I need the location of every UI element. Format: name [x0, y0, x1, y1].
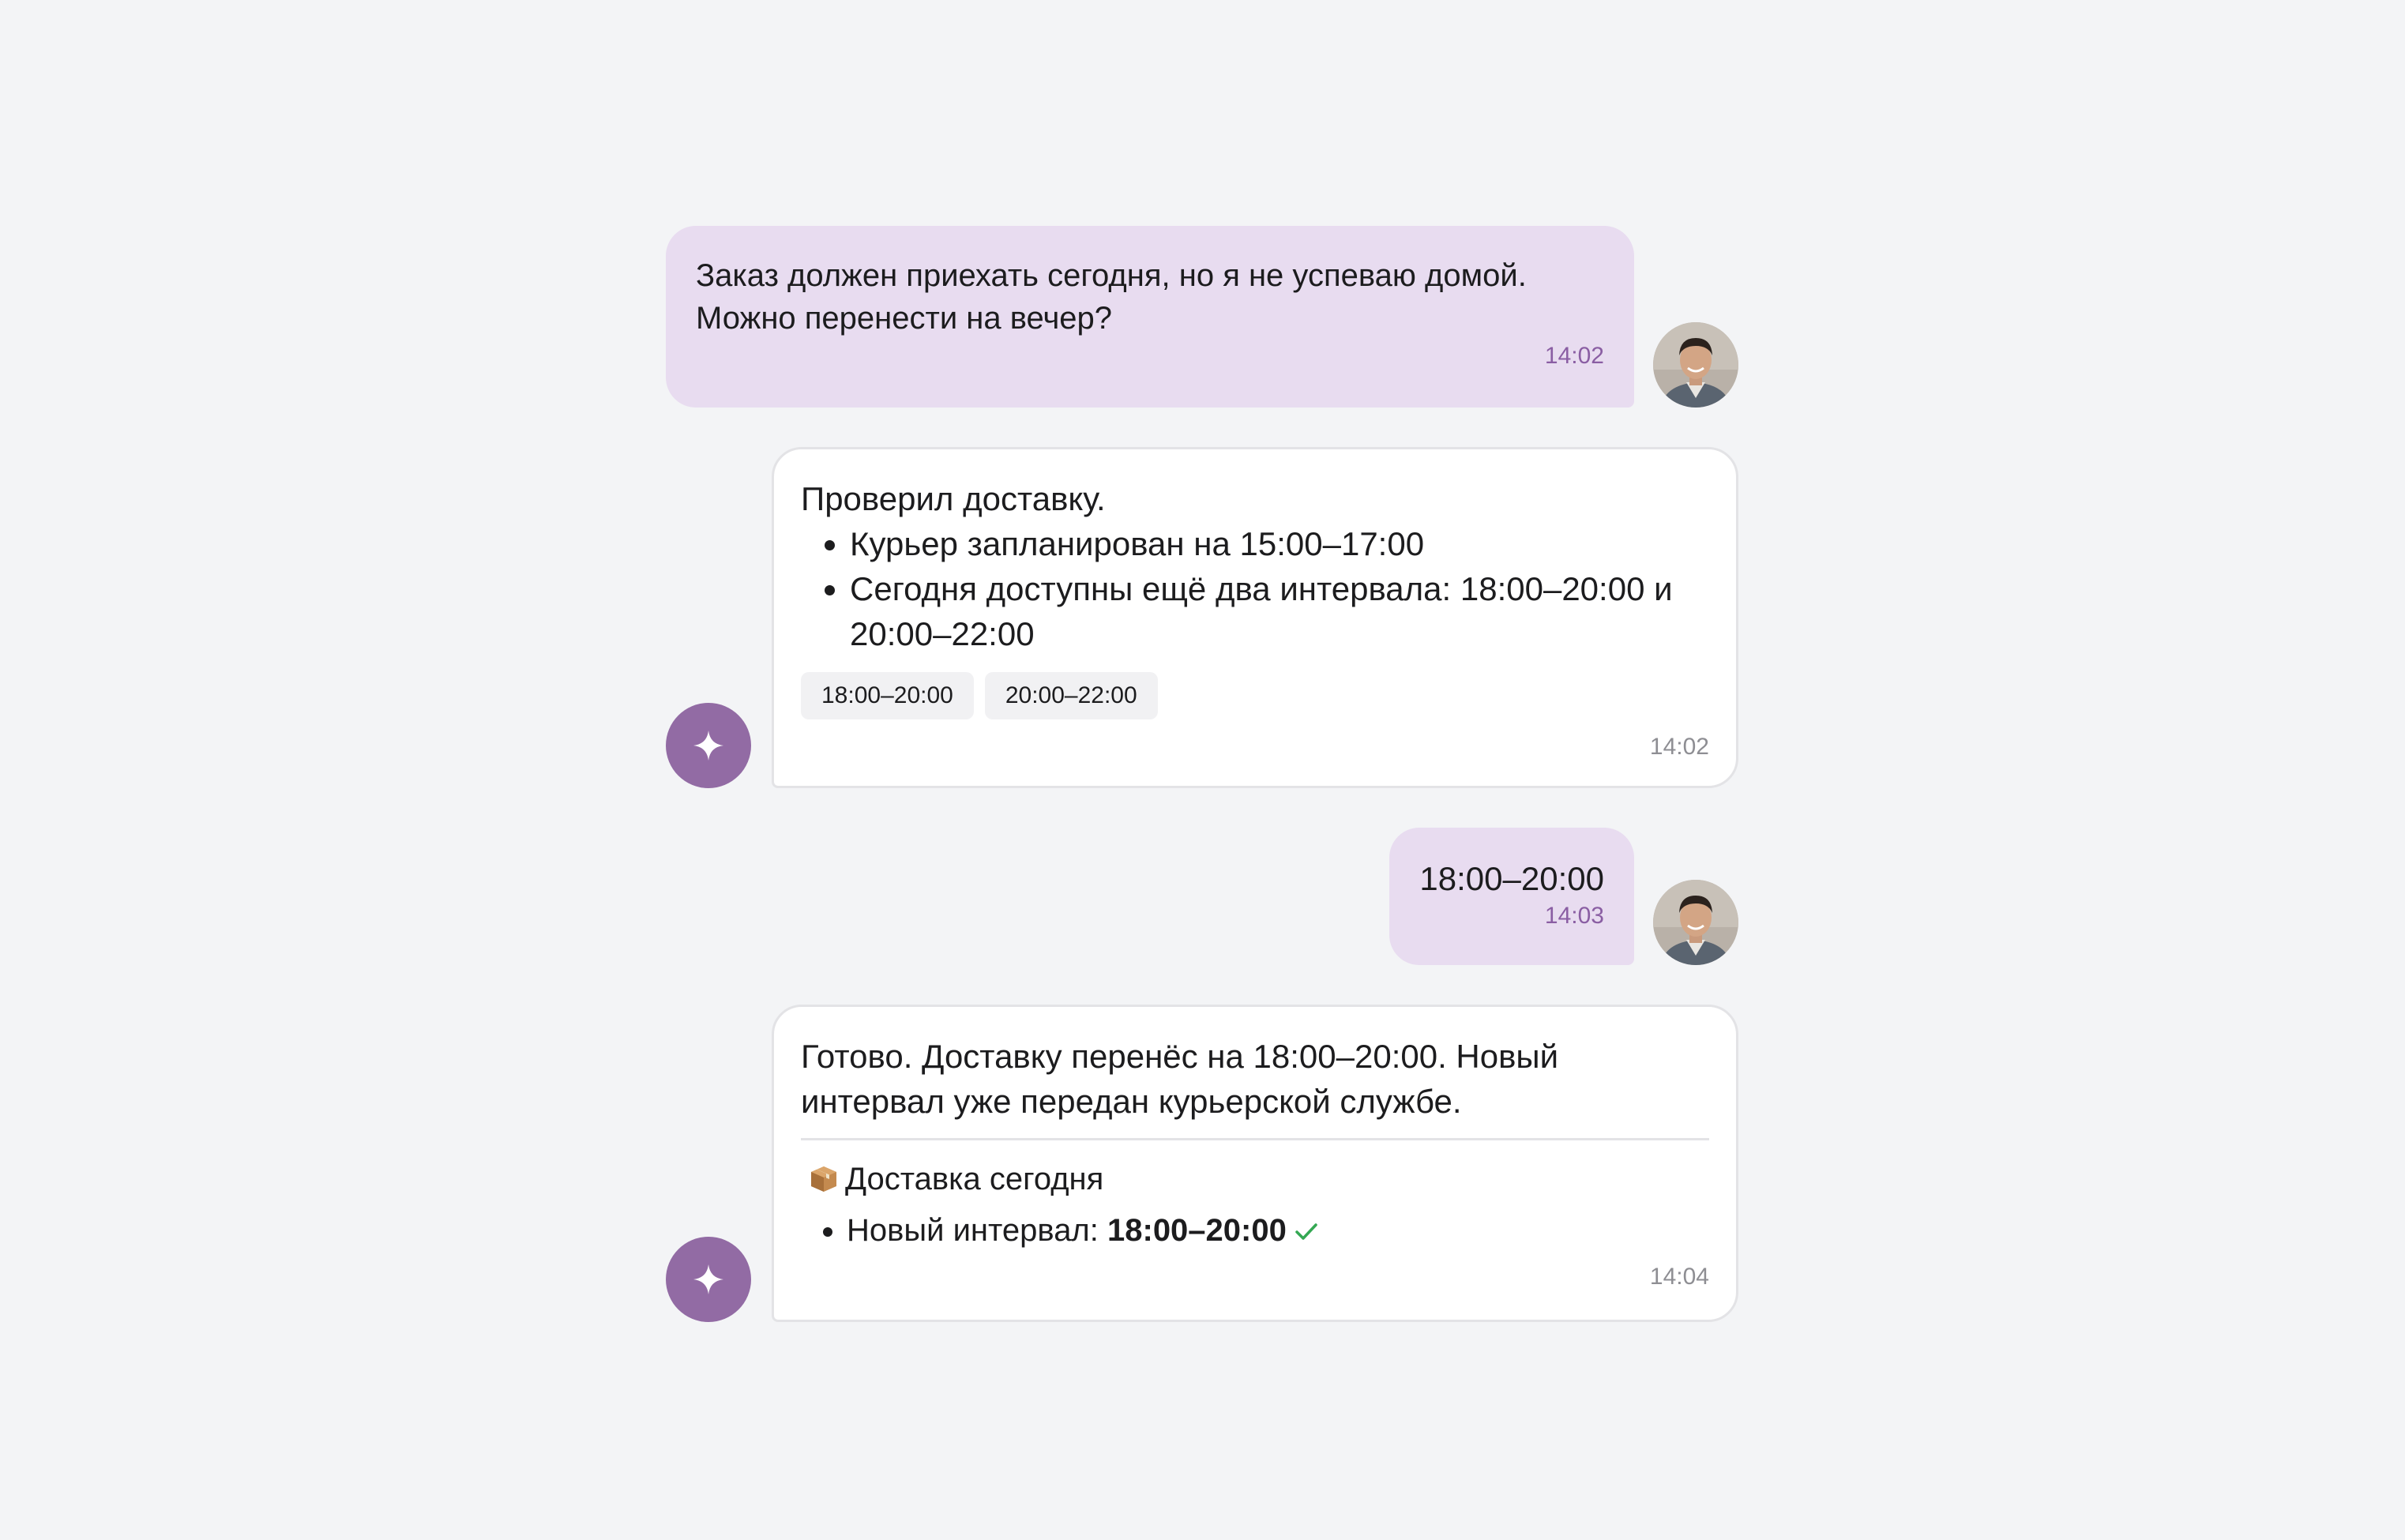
assistant-message-row: Готово. Доставку перенёс на 18:00–20:00.… — [666, 1005, 1738, 1322]
message-text: Готово. Доставку перенёс на 18:00–20:00.… — [801, 1038, 1559, 1120]
quick-reply-chips: 18:00–20:00 20:00–22:00 — [801, 672, 1709, 719]
user-message-bubble: 18:00–20:00 14:03 — [1389, 828, 1634, 965]
message-time: 14:02 — [1544, 343, 1604, 369]
message-time: 14:03 — [1544, 903, 1604, 929]
list-item: Новый интервал: 18:00–20:00 — [847, 1208, 1709, 1253]
user-message-row: Заказ должен приехать сегодня, но я не у… — [666, 224, 1738, 408]
message-text: Проверил доставку. — [801, 480, 1106, 517]
message-time: 14:02 — [1649, 734, 1709, 760]
assistant-message-bubble: Проверил доставку. Курьер запланирован н… — [772, 447, 1738, 788]
user-message-row: 18:00–20:00 14:03 — [666, 828, 1738, 965]
package-icon — [811, 1166, 836, 1192]
interval-value: 18:00–20:00 — [1107, 1213, 1287, 1248]
assistant-avatar — [666, 1237, 751, 1322]
list-item: Курьер запланирован на 15:00–17:00 — [850, 521, 1709, 566]
interval-label: Новый интервал: — [847, 1213, 1107, 1248]
delivery-card-title: Доставка сегодня — [801, 1158, 1709, 1200]
card-details-list: Новый интервал: 18:00–20:00 — [801, 1208, 1709, 1253]
chat-thread: Заказ должен приехать сегодня, но я не у… — [666, 224, 1738, 1322]
message-text-line: Заказ должен приехать сегодня, но я не у… — [696, 258, 1527, 293]
list-item: Сегодня доступны ещё два интервала: 18:0… — [850, 566, 1709, 656]
assistant-message-row: Проверил доставку. Курьер запланирован н… — [666, 447, 1738, 788]
message-text-line: Можно перенести на вечер? — [696, 301, 1113, 336]
message-time: 14:04 — [1649, 1264, 1709, 1290]
quick-reply-chip[interactable]: 20:00–22:00 — [984, 672, 1158, 719]
bullet-list: Курьер запланирован на 15:00–17:00 Сегод… — [801, 521, 1709, 656]
card-title-text: Доставка сегодня — [845, 1162, 1104, 1196]
message-text: 18:00–20:00 — [1419, 860, 1604, 897]
divider — [801, 1138, 1709, 1140]
user-avatar — [1653, 880, 1738, 965]
sparkle-icon — [693, 1264, 723, 1294]
check-icon — [1295, 1223, 1317, 1241]
user-avatar — [1653, 322, 1738, 408]
assistant-avatar — [666, 703, 751, 788]
sparkle-icon — [693, 731, 723, 761]
user-message-bubble: Заказ должен приехать сегодня, но я не у… — [666, 226, 1634, 408]
quick-reply-chip[interactable]: 18:00–20:00 — [801, 672, 974, 719]
assistant-message-bubble: Готово. Доставку перенёс на 18:00–20:00.… — [772, 1005, 1738, 1322]
